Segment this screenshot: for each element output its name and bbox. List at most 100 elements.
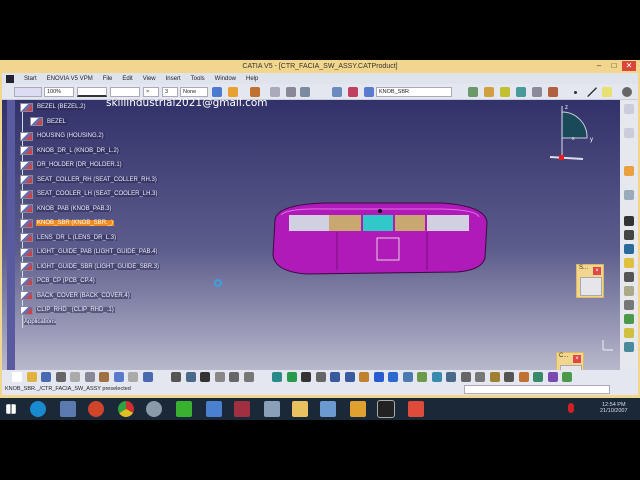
facia-assembly-model[interactable]	[267, 200, 492, 280]
point-symbol-select[interactable]: ×	[143, 87, 159, 97]
camtasia-recorder-icon[interactable]	[408, 401, 424, 417]
component-icon[interactable]	[624, 230, 634, 240]
menu-insert[interactable]: Insert	[166, 76, 181, 82]
powerpoint-icon[interactable]	[88, 401, 104, 417]
fit-all-icon[interactable]	[286, 372, 297, 382]
catalog-icon[interactable]	[460, 372, 471, 382]
multi-view-icon[interactable]	[373, 372, 384, 382]
line-icon[interactable]	[587, 87, 597, 97]
tree-applications[interactable]: Applications	[24, 319, 57, 325]
clock[interactable]: 12:54 PM 21/10/2007	[600, 402, 628, 414]
analysis-icon[interactable]	[243, 372, 254, 382]
comment-icon[interactable]	[185, 372, 196, 382]
file-explorer-icon[interactable]	[292, 401, 308, 417]
tree-item[interactable]: DR_HOLDER (DR_HOLDER.1)	[20, 160, 123, 170]
whats-this-icon[interactable]	[142, 372, 153, 382]
zoom-out-icon[interactable]	[344, 372, 355, 382]
close-button[interactable]: ✕	[622, 61, 636, 71]
normal-view-icon[interactable]	[359, 372, 369, 382]
tree-item[interactable]: LIGHT_GUIDE_SBR (LIGHT_GUIDE_SBR.3)	[20, 262, 161, 272]
painter-icon[interactable]	[212, 87, 222, 97]
menu-view[interactable]: View	[143, 76, 156, 82]
tree-item[interactable]: CLIP_RHD_ (CLIP_RHD_.1)	[20, 305, 115, 315]
rotate-icon[interactable]	[315, 372, 326, 382]
axis-icon[interactable]	[300, 87, 310, 97]
tree-item[interactable]: SEAT_COLLER_RH (SEAT_COLLER_RH.3)	[20, 175, 158, 185]
menu-help[interactable]: Help	[246, 76, 258, 82]
line-weight-select[interactable]	[110, 87, 140, 97]
save-icon[interactable]	[41, 372, 51, 382]
pc-icon[interactable]	[264, 401, 280, 417]
fly-icon[interactable]	[272, 372, 282, 382]
tree-item[interactable]: BEZEL	[30, 117, 68, 127]
update-icon[interactable]	[270, 87, 280, 97]
render-icon[interactable]	[516, 87, 526, 97]
publish-icon[interactable]	[624, 328, 634, 338]
tree-item[interactable]: BEZEL (BEZEL.2)	[20, 102, 87, 112]
sketch-icon[interactable]	[214, 372, 225, 382]
open-icon[interactable]	[26, 372, 37, 382]
tree-item[interactable]: LIGHT_GUIDE_PAB (LIGHT_GUIDE_PAB.4)	[20, 247, 159, 257]
formula-icon[interactable]	[171, 372, 181, 382]
sphere-icon[interactable]	[548, 87, 558, 97]
command-input[interactable]	[464, 385, 610, 394]
edge-icon[interactable]	[30, 401, 46, 417]
replace-icon[interactable]	[624, 272, 634, 282]
part-select[interactable]: KNOB_SBR	[376, 87, 452, 97]
renumber-icon[interactable]	[624, 300, 634, 310]
tree-item[interactable]: SEAT_COOLER_LH (SEAT_COOLER_LH.3)	[20, 189, 159, 199]
bom-icon[interactable]	[624, 314, 634, 324]
plane-icon[interactable]	[602, 87, 612, 97]
tree-item[interactable]: BACK_COVER (BACK_COVER.4)	[20, 291, 131, 301]
camera-icon[interactable]	[504, 372, 514, 382]
tree-item[interactable]: PCB_CP (PCB_CP.4)	[20, 276, 96, 286]
menu-window[interactable]: Window	[215, 76, 236, 82]
print-icon[interactable]	[55, 372, 66, 382]
selection-palette[interactable]: S... ×	[576, 264, 604, 298]
tree-scrollbar[interactable]	[7, 100, 15, 370]
rotate-icon[interactable]	[286, 87, 296, 97]
product-icon[interactable]	[624, 216, 634, 226]
shading-icon[interactable]	[484, 87, 494, 97]
knowledge-icon[interactable]	[533, 372, 543, 382]
apply-material-icon[interactable]	[250, 87, 260, 97]
3d-viewport[interactable]: BEZEL (BEZEL.2) BEZEL HOUSING (HOUSING.2) K…	[2, 97, 620, 386]
ruler-icon[interactable]	[475, 372, 485, 382]
transparency-select[interactable]: 100%	[44, 87, 74, 97]
undo-icon[interactable]	[113, 372, 124, 382]
zoom-in-icon[interactable]	[330, 372, 340, 382]
sketch-icon[interactable]	[624, 190, 634, 200]
minimize-button[interactable]: –	[592, 61, 606, 71]
paint-icon[interactable]	[146, 401, 162, 417]
copy-icon[interactable]	[84, 372, 95, 382]
winrar-icon[interactable]	[234, 401, 250, 417]
menu-file[interactable]: File	[103, 76, 113, 82]
table-icon[interactable]	[200, 372, 210, 382]
catia-window-icon[interactable]	[377, 400, 395, 418]
shading-icon[interactable]	[402, 372, 413, 382]
menu-start[interactable]: Start	[24, 76, 37, 82]
pan-icon[interactable]	[301, 372, 311, 382]
linetype-select[interactable]	[77, 87, 107, 97]
tree-item[interactable]: KNOB_SBR (KNOB_SBR._)	[20, 218, 115, 228]
graph-tree-icon[interactable]	[624, 286, 634, 296]
point-icon[interactable]	[574, 91, 577, 94]
swap-icon[interactable]	[431, 372, 442, 382]
view-mode-icon[interactable]	[468, 87, 478, 97]
snap-icon[interactable]	[348, 87, 358, 97]
maximize-button[interactable]: □	[607, 61, 621, 71]
windows-start-icon[interactable]	[6, 404, 16, 414]
new-icon[interactable]	[12, 372, 22, 382]
params-icon[interactable]	[518, 372, 529, 382]
iso-view-icon[interactable]	[388, 372, 398, 382]
thickness-select[interactable]: 3	[162, 87, 178, 97]
compass-icon[interactable]: z y x	[547, 102, 597, 162]
constraint-icon[interactable]	[332, 87, 342, 97]
menu-enovia[interactable]: ENOVIA V5 VPM	[47, 76, 93, 82]
existing-component-icon[interactable]	[624, 258, 634, 268]
notification-icon[interactable]	[568, 403, 574, 413]
bolt-icon[interactable]	[489, 372, 500, 382]
cut-icon[interactable]	[70, 372, 80, 382]
gear-icon[interactable]	[622, 87, 632, 97]
chrome-icon[interactable]	[118, 401, 134, 417]
